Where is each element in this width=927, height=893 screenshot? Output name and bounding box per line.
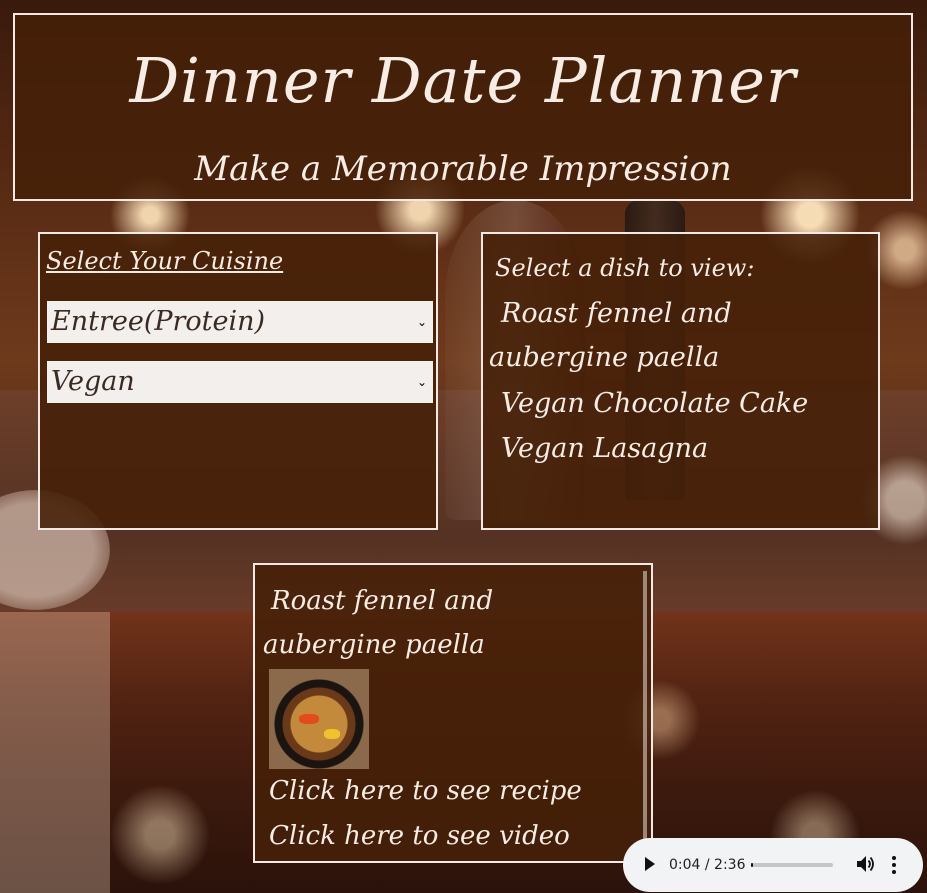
- scrollbar[interactable]: [643, 571, 647, 851]
- audio-time: 0:04 / 2:36: [669, 857, 746, 873]
- dish-detail-title: Roast fennel and aubergine paella: [263, 586, 494, 660]
- video-link[interactable]: Click here to see video: [269, 816, 570, 856]
- header-banner: Dinner Date Planner Make a Memorable Imp…: [13, 13, 913, 201]
- recipe-link[interactable]: Click here to see recipe: [269, 771, 582, 811]
- audio-progress-track[interactable]: [751, 863, 833, 867]
- audio-player: 0:04 / 2:36: [623, 838, 923, 892]
- chevron-down-icon: ⌄: [416, 375, 427, 389]
- dish-detail-panel: Roast fennel and aubergine paella Click …: [253, 563, 653, 863]
- dish-list-prompt: Select a dish to view:: [495, 254, 755, 282]
- page-subtitle: Make a Memorable Impression: [194, 149, 732, 189]
- dish-item-lasagna[interactable]: Vegan Lasagna: [489, 427, 708, 471]
- course-select-value: Entree(Protein): [51, 306, 266, 337]
- cuisine-panel: Select Your Cuisine Entree(Protein) ⌄ Ve…: [38, 232, 438, 530]
- volume-icon[interactable]: [855, 853, 875, 875]
- dish-item-paella[interactable]: Roast fennel and aubergine paella: [489, 292, 849, 380]
- diet-select-value: Vegan: [51, 366, 135, 397]
- audio-progress-fill: [751, 863, 754, 867]
- course-select[interactable]: Entree(Protein) ⌄: [47, 301, 433, 343]
- page-title: Dinner Date Planner: [129, 44, 797, 117]
- diet-select[interactable]: Vegan ⌄: [47, 361, 433, 403]
- dish-list-panel: Select a dish to view: Roast fennel and …: [481, 232, 880, 530]
- cuisine-heading: Select Your Cuisine: [46, 247, 284, 275]
- more-options-icon[interactable]: [891, 853, 897, 877]
- dish-item-chocolate-cake[interactable]: Vegan Chocolate Cake: [489, 382, 808, 426]
- chevron-down-icon: ⌄: [416, 315, 427, 329]
- play-icon[interactable]: [645, 857, 655, 871]
- dish-photo: [269, 669, 369, 769]
